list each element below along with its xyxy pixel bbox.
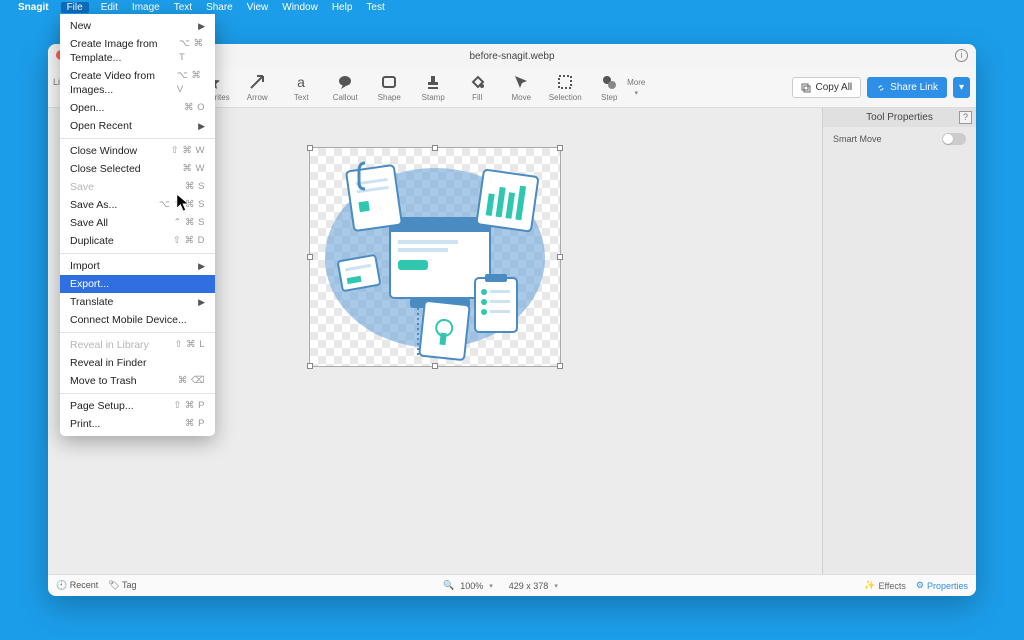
selection-icon [556,73,574,91]
menu-item-import[interactable]: Import▶ [60,257,215,275]
resize-handle[interactable] [307,363,313,369]
resize-handle[interactable] [557,363,563,369]
menu-item-reveal-in-library: Reveal in Library⇧ ⌘ L [60,336,215,354]
menu-item-create-image-from-template[interactable]: Create Image from Template...⌥ ⌘ T [60,35,215,67]
move-icon [512,73,530,91]
dims-dropdown-icon[interactable]: ▾ [554,582,558,590]
link-icon [876,83,886,93]
menubar-help[interactable]: Help [330,2,355,13]
tool-text[interactable]: aText [286,73,316,102]
text-icon: a [292,73,310,91]
menubar-image[interactable]: Image [130,2,162,13]
menu-item-reveal-in-finder[interactable]: Reveal in Finder [60,354,215,372]
fill-icon [468,73,486,91]
resize-handle[interactable] [307,145,313,151]
menu-item-duplicate[interactable]: Duplicate⇧ ⌘ D [60,232,215,250]
menu-item-page-setup[interactable]: Page Setup...⇧ ⌘ P [60,397,215,415]
more-tools[interactable]: More ▾ [624,78,648,97]
arrow-icon [248,73,266,91]
menubar-text[interactable]: Text [172,2,194,13]
illustration [310,148,560,366]
smart-move-toggle[interactable] [942,133,966,145]
menubar-file[interactable]: File [61,2,89,13]
properties-header: Tool Properties ? [823,108,976,127]
tool-stamp[interactable]: Stamp [418,73,448,102]
help-icon[interactable]: ? [959,111,972,124]
menubar-edit[interactable]: Edit [99,2,120,13]
copy-all-button[interactable]: Copy All [792,77,861,98]
properties-panel: Tool Properties ? Smart Move [822,108,976,574]
properties-button[interactable]: ⚙ Properties [916,580,968,591]
menu-item-close-window[interactable]: Close Window⇧ ⌘ W [60,142,215,160]
menu-item-print[interactable]: Print...⌘ P [60,415,215,433]
menu-item-open-recent[interactable]: Open Recent▶ [60,117,215,135]
tool-arrow[interactable]: Arrow [242,73,272,102]
menu-item-open[interactable]: Open...⌘ O [60,99,215,117]
zoom-dropdown-icon[interactable]: ▾ [489,582,493,590]
tool-fill[interactable]: Fill [462,73,492,102]
menubar-test[interactable]: Test [364,2,386,13]
menu-item-close-selected[interactable]: Close Selected⌘ W [60,160,215,178]
zoom-value[interactable]: 100% [460,581,483,591]
stamp-icon [424,73,442,91]
smart-move-label: Smart Move [833,134,882,144]
menu-item-new[interactable]: New▶ [60,17,215,35]
copy-icon [801,83,811,93]
resize-handle[interactable] [557,145,563,151]
tag-button[interactable]: 🏷 Tag [108,580,136,591]
mouse-cursor [175,192,193,219]
recent-button[interactable]: 🕘 Recent [56,580,98,591]
resize-handle[interactable] [307,254,313,260]
share-link-button[interactable]: Share Link [867,77,947,98]
mac-menubar: Snagit File Edit Image Text Share View W… [0,0,1024,14]
effects-button[interactable]: ✨ Effects [864,580,906,591]
zoom-icon[interactable]: 🔍 [443,580,454,591]
file-menu-dropdown: New▶Create Image from Template...⌥ ⌘ TCr… [60,14,215,436]
resize-handle[interactable] [557,254,563,260]
resize-handle[interactable] [432,145,438,151]
menu-item-move-to-trash[interactable]: Move to Trash⌘ ⌫ [60,372,215,390]
menubar-view[interactable]: View [245,2,271,13]
menu-item-translate[interactable]: Translate▶ [60,293,215,311]
tool-selection[interactable]: Selection [550,73,580,102]
tool-list: FavoritesArrowaTextCalloutShapeStampFill… [198,73,624,102]
menubar-app[interactable]: Snagit [16,2,51,13]
menubar-share[interactable]: Share [204,2,235,13]
tool-shape[interactable]: Shape [374,73,404,102]
window-title: before-snagit.webp [469,51,554,62]
dimensions: 429 x 378 [509,581,549,591]
menu-item-connect-mobile-device[interactable]: Connect Mobile Device... [60,311,215,329]
tool-step[interactable]: Step [594,73,624,102]
callout-icon [336,73,354,91]
resize-handle[interactable] [432,363,438,369]
info-icon[interactable]: i [955,49,968,62]
status-bar: 🕘 Recent 🏷 Tag 🔍 100% ▾ 429 x 378 ▾ ✨ Ef… [48,574,976,596]
menubar-window[interactable]: Window [280,2,320,13]
canvas-image[interactable] [310,148,560,366]
shape-icon [380,73,398,91]
menu-item-create-video-from-images[interactable]: Create Video from Images...⌥ ⌘ V [60,67,215,99]
menu-item-export[interactable]: Export... [60,275,215,293]
share-dropdown-button[interactable]: ▾ [953,77,970,98]
svg-text:a: a [297,74,305,90]
step-icon [600,73,618,91]
tool-move[interactable]: Move [506,73,536,102]
tool-callout[interactable]: Callout [330,73,360,102]
